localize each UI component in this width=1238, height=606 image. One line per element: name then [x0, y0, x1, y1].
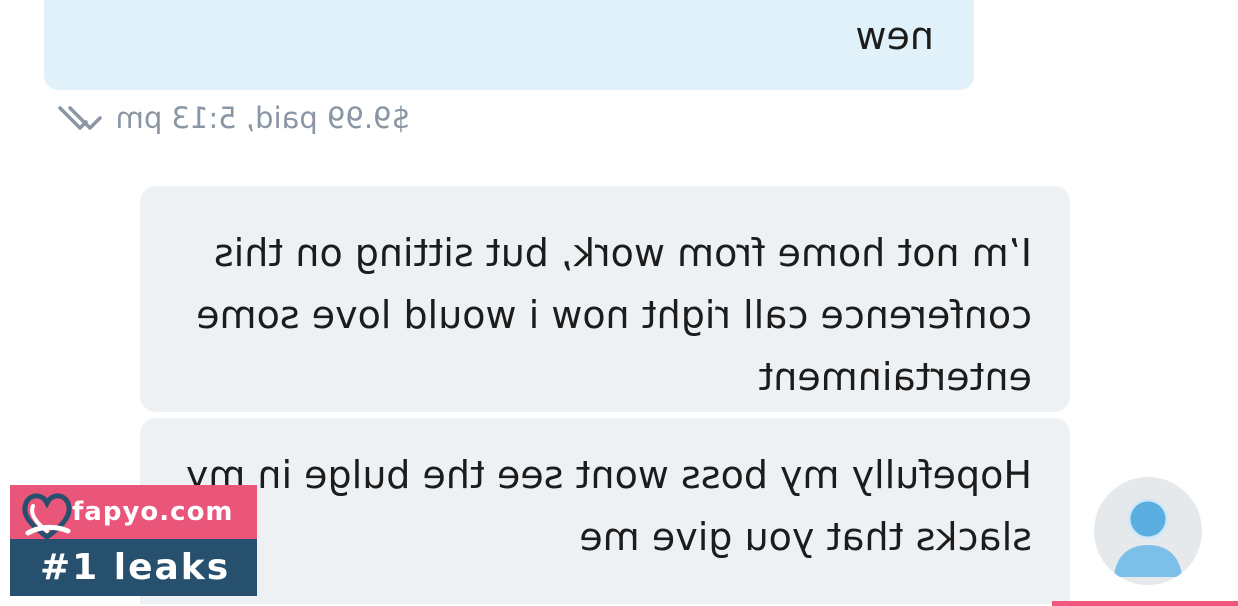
sent-message-meta: $9.99 paid, 5:13 pm: [56, 100, 410, 136]
watermark-bottom-band: #1 leaks: [10, 539, 257, 596]
received-message-text: Hopefully my boss wont see the bulge in …: [185, 453, 1032, 559]
received-message-bubble[interactable]: I’m not home from work, but sitting on t…: [140, 186, 1070, 412]
sent-message-bubble[interactable]: new: [44, 0, 974, 90]
watermark-tagline: #1 leaks: [40, 547, 231, 588]
watermark-site: fapyo.com: [72, 497, 234, 527]
watermark: fapyo.com #1 leaks: [10, 485, 257, 596]
received-message-bubble[interactable]: Hopefully my boss wont see the bulge in …: [140, 418, 1070, 604]
received-message-text: I’m not home from work, but sitting on t…: [196, 231, 1032, 399]
user-silhouette-icon: [1114, 498, 1182, 577]
sent-message-text: new: [855, 14, 934, 58]
double-check-icon: [57, 106, 102, 130]
sent-message-meta-text: $9.99 paid, 5:13 pm: [115, 101, 410, 135]
heart-lock-logo: [22, 493, 72, 541]
avatar[interactable]: [1094, 477, 1202, 585]
accent-bar: [1052, 601, 1238, 606]
watermark-top-band: fapyo.com: [10, 485, 257, 541]
